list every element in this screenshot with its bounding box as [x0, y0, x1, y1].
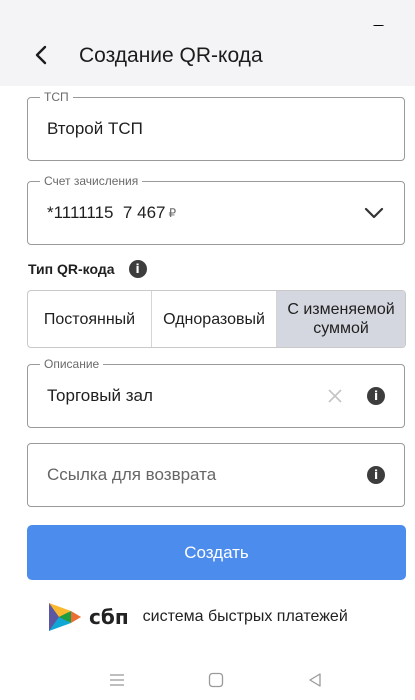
home-icon[interactable] [207, 671, 225, 689]
sbp-description: система быстрых платежей [142, 608, 348, 625]
currency-symbol: ₽ [168, 206, 177, 220]
page-title: Создание QR-кода [79, 44, 263, 67]
clear-icon[interactable] [326, 387, 344, 405]
description-field[interactable]: Описание Торговый зал i [27, 357, 405, 428]
return-link-field[interactable]: Ссылка для возврата i [27, 443, 405, 507]
sbp-name: сбп [89, 605, 129, 629]
account-select-value: *1111115 7 467 [47, 203, 166, 222]
chevron-down-icon[interactable] [364, 207, 384, 219]
create-button[interactable]: Создать [27, 525, 406, 580]
menu-icon[interactable] [108, 671, 126, 689]
info-icon[interactable]: i [367, 387, 385, 405]
tsp-field[interactable]: ТСП Второй ТСП [27, 90, 405, 161]
qr-type-heading: Тип QR-кода i [28, 260, 147, 278]
qr-type-option-variable-amount[interactable]: С изменяемой суммой [277, 291, 405, 347]
qr-type-option-permanent[interactable]: Постоянный [28, 291, 153, 347]
app-header: Создание QR-кода [0, 26, 415, 86]
account-select[interactable]: Счет зачисления *1111115 7 467 ₽ [27, 174, 405, 245]
status-bar [0, 0, 415, 26]
info-icon[interactable]: i [128, 260, 147, 278]
back-arrow-icon[interactable] [30, 43, 54, 67]
account-select-value-wrap: *1111115 7 467 ₽ [47, 182, 176, 244]
sbp-branding: сбп система быстрых платежей [45, 597, 348, 637]
description-field-value: Торговый зал [47, 386, 153, 405]
return-link-placeholder: Ссылка для возврата [47, 465, 217, 484]
qr-type-option-one-time[interactable]: Одноразовый [152, 291, 278, 347]
sbp-logo-icon [49, 603, 81, 631]
info-icon[interactable]: i [367, 466, 385, 484]
qr-type-label: Тип QR-кода [28, 261, 115, 277]
qr-type-segmented-control: Постоянный Одноразовый С изменяемой сумм… [27, 290, 406, 348]
back-triangle-icon[interactable] [306, 671, 324, 689]
system-nav-bar [0, 660, 415, 700]
tsp-field-value: Второй ТСП [47, 119, 143, 138]
